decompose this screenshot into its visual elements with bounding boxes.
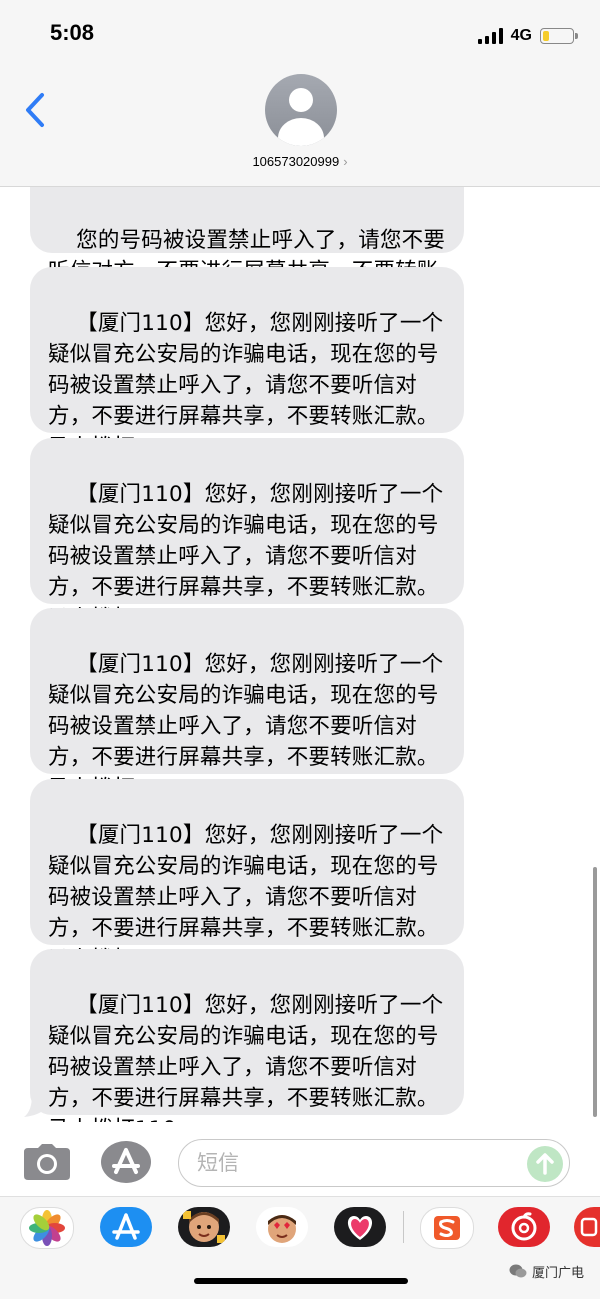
avatar-torso (278, 118, 324, 146)
contact-avatar[interactable] (265, 74, 337, 146)
message-bubble[interactable]: 【厦门110】您好，您刚刚接听了一个疑似冒充公安局的诈骗电话，现在您的号码被设置… (30, 779, 464, 972)
battery-icon (540, 28, 578, 44)
sogou-input-icon (434, 1216, 460, 1240)
digital-touch-app[interactable] (334, 1207, 386, 1247)
message-list[interactable]: 您的号码被设置禁止呼入了，请您不要听信对方，不要进行屏幕共享，不要转账汇款。马上… (0, 187, 600, 1122)
message-bubble[interactable]: 【厦门110】您好，您刚刚接听了一个疑似冒充公安局的诈骗电话，现在您的号码被设置… (30, 608, 464, 801)
message-bubble[interactable]: 您的号码被设置禁止呼入了，请您不要听信对方，不要进行屏幕共享，不要转账汇款。马上… (30, 187, 464, 315)
drawer-divider (403, 1211, 404, 1243)
memoji-app[interactable] (178, 1207, 230, 1247)
wechat-icon (509, 1264, 527, 1278)
scroll-indicator[interactable] (593, 867, 597, 1117)
watermark-text: 厦门广电 (531, 1266, 584, 1281)
send-button[interactable] (527, 1146, 563, 1182)
digital-touch-icon (347, 1216, 373, 1240)
message-bubble[interactable]: 【厦门110】您好，您刚刚接听了一个疑似冒充公安局的诈骗电话，现在您的号码被设置… (30, 949, 464, 1122)
status-bar: 5:08 4G (0, 0, 600, 70)
camera-button[interactable] (24, 1144, 70, 1180)
battery-fill (543, 31, 550, 41)
app-store-button[interactable] (100, 1140, 152, 1184)
memoji-stickers-app[interactable] (256, 1207, 308, 1247)
contact-details-button[interactable]: 106573020999 › (0, 154, 600, 169)
memoji-stickers-icon (268, 1215, 296, 1243)
chevron-right-icon: › (343, 154, 348, 169)
home-indicator[interactable] (194, 1278, 408, 1284)
photos-app[interactable] (20, 1207, 74, 1249)
partial-app[interactable] (574, 1207, 600, 1247)
status-time: 5:08 (50, 20, 95, 45)
netease-music-app[interactable] (498, 1207, 550, 1247)
app-store-app[interactable] (100, 1207, 152, 1247)
cellular-signal-icon (477, 28, 503, 44)
message-bubble[interactable]: 【厦门110】您好，您刚刚接听了一个疑似冒充公安局的诈骗电话，现在您的号码被设置… (30, 438, 464, 631)
watermark: 厦门广电 (509, 1262, 584, 1281)
photos-icon (29, 1210, 65, 1246)
chevron-left-icon (26, 93, 44, 127)
camera-icon (24, 1144, 70, 1180)
network-type: 4G (510, 27, 532, 44)
message-bubble[interactable]: 【厦门110】您好，您刚刚接听了一个疑似冒充公安局的诈骗电话，现在您的号码被设置… (30, 267, 464, 460)
app-store-icon (112, 1213, 140, 1240)
app-store-icon (101, 1141, 151, 1183)
avatar-head (289, 88, 313, 112)
contact-number: 106573020999 (252, 154, 340, 169)
memoji-icon (183, 1211, 225, 1243)
send-arrow-icon (536, 1153, 554, 1175)
netease-music-icon (511, 1212, 537, 1241)
sogou-input-app[interactable] (420, 1207, 474, 1249)
partial-app-icon (580, 1217, 598, 1237)
compose-bar (0, 1122, 600, 1196)
bubble-tail (24, 1095, 44, 1117)
message-text: 【厦门110】您好，您刚刚接听了一个疑似冒充公安局的诈骗电话，现在您的号码被设置… (48, 993, 444, 1122)
message-input[interactable] (178, 1139, 570, 1187)
conversation-header: 106573020999 › (0, 70, 600, 187)
status-indicators: 4G (477, 26, 578, 46)
back-button[interactable] (22, 92, 48, 128)
